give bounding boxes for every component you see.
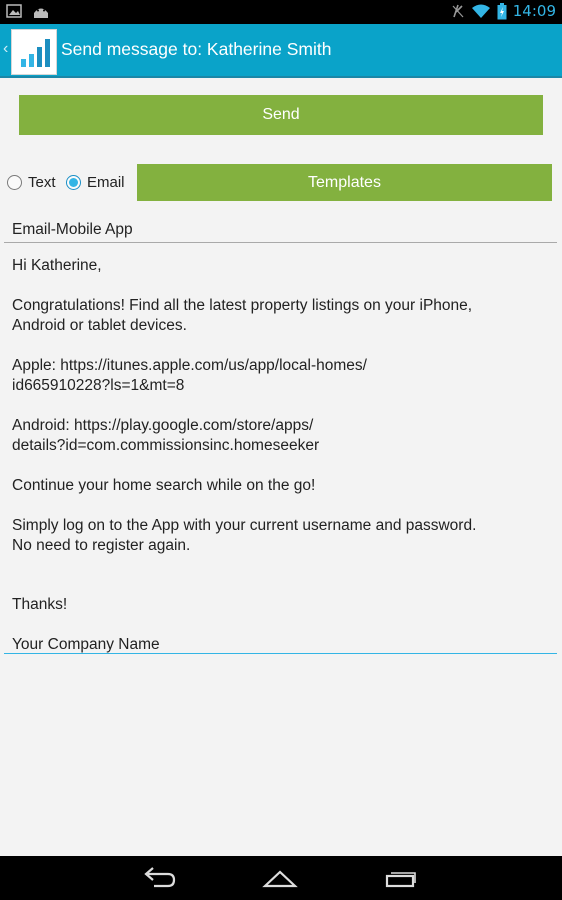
radio-email-label: Email	[87, 174, 125, 191]
home-icon[interactable]	[262, 864, 298, 892]
back-icon[interactable]	[142, 864, 178, 892]
radio-email[interactable]: Email	[66, 174, 125, 191]
body-apple-line2: id665910228?ls=1&mt=8	[12, 377, 185, 394]
clock: 14:09	[512, 2, 556, 20]
templates-button[interactable]: Templates	[137, 164, 552, 201]
message-body-text: Hi Katherine, Congratulations! Find all …	[12, 256, 552, 655]
recents-icon[interactable]	[382, 864, 418, 892]
radio-text-circle[interactable]	[7, 175, 22, 190]
body-para1-line2: Android or tablet devices.	[12, 317, 187, 334]
up-caret-icon[interactable]: ‹	[3, 40, 8, 58]
body-greeting: Hi Katherine,	[12, 257, 102, 274]
body-para1-line1: Congratulations! Find all the latest pro…	[12, 297, 473, 314]
body-continue: Continue your home search while on the g…	[12, 477, 316, 494]
battery-charging-icon	[497, 2, 507, 19]
subject-field[interactable]: Email-Mobile App	[4, 218, 557, 243]
navigation-bar	[0, 856, 562, 900]
radio-text-label: Text	[28, 174, 56, 191]
wifi-icon	[471, 4, 490, 18]
radio-text[interactable]: Text	[7, 174, 56, 191]
action-bar: ‹ Send message to: Katherine Smith	[0, 24, 562, 78]
body-apple-line1: Apple: https://itunes.apple.com/us/app/l…	[12, 357, 367, 374]
message-body-field[interactable]: Hi Katherine, Congratulations! Find all …	[4, 250, 557, 654]
gallery-icon	[6, 4, 22, 18]
body-thanks: Thanks!	[12, 596, 68, 613]
send-button[interactable]: Send	[19, 95, 543, 135]
page-title: Send message to: Katherine Smith	[61, 39, 332, 59]
subject-text: Email-Mobile App	[12, 221, 133, 238]
body-android-line1: Android: https://play.google.com/store/a…	[12, 417, 314, 434]
body-login-line1: Simply log on to the App with your curre…	[12, 517, 477, 534]
notification-icons	[6, 3, 50, 19]
no-sim-icon	[452, 4, 464, 18]
body-android-line2: details?id=com.commissionsinc.homeseeker	[12, 437, 320, 454]
radio-email-circle[interactable]	[66, 175, 81, 190]
system-icons: 14:09	[451, 2, 556, 20]
bar-chart-app-logo	[21, 39, 50, 67]
android-icon	[34, 8, 48, 18]
app-logo[interactable]	[11, 29, 57, 75]
body-company: Your Company Name	[12, 636, 160, 653]
status-bar: 14:09	[0, 0, 562, 24]
body-login-line2: No need to register again.	[12, 537, 191, 554]
